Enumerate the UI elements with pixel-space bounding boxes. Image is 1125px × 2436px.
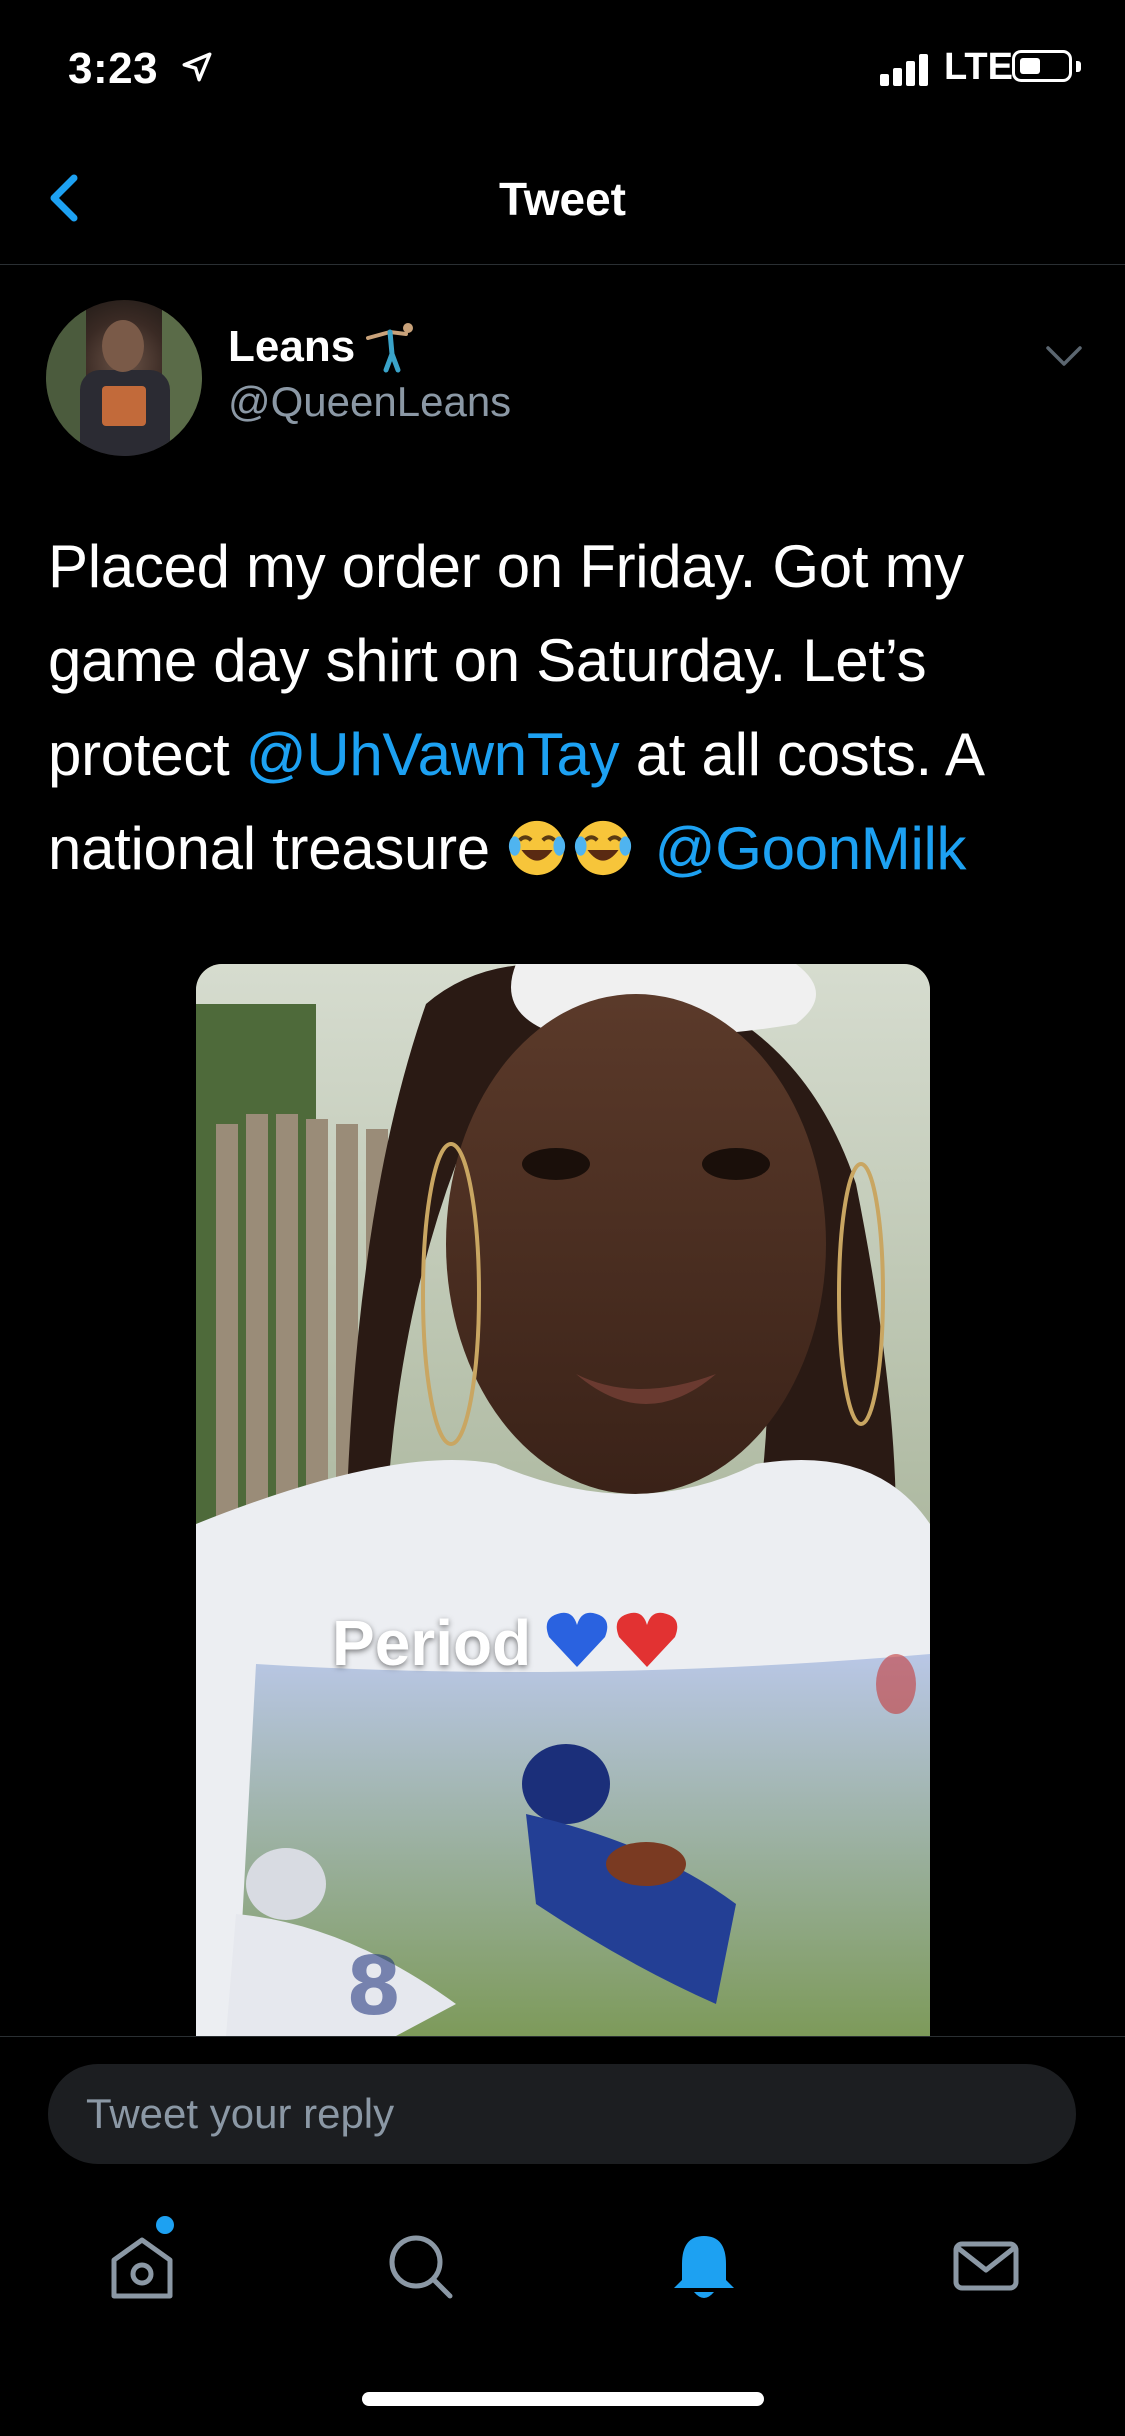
- search-icon[interactable]: [380, 2226, 460, 2306]
- tweet-image[interactable]: 8 Period: [196, 964, 930, 2036]
- reply-input[interactable]: Tweet your reply: [48, 2064, 1076, 2164]
- divider: [0, 2036, 1125, 2037]
- status-bar: 3:23 LTE: [0, 0, 1125, 132]
- home-icon[interactable]: [102, 2226, 182, 2306]
- tab-bar: [0, 2196, 1125, 2326]
- user-handle[interactable]: @QueenLeans: [228, 378, 511, 426]
- status-time: 3:23: [68, 44, 159, 93]
- mention-link[interactable]: @UhVawnTay: [246, 721, 620, 788]
- display-name[interactable]: Leans: [228, 322, 355, 372]
- blue-red-hearts-icon: [546, 1612, 678, 1667]
- chevron-down-icon[interactable]: [1044, 344, 1084, 368]
- new-content-dot: [156, 2216, 174, 2234]
- photo-illustration: 8: [196, 964, 930, 2036]
- home-indicator[interactable]: [362, 2392, 764, 2406]
- signal-strength-icon: [880, 52, 934, 86]
- location-arrow-icon: [182, 52, 212, 82]
- page-title: Tweet: [499, 173, 626, 225]
- avatar[interactable]: [46, 300, 202, 456]
- image-caption: Period: [332, 1606, 683, 1680]
- nav-bar: Tweet: [0, 132, 1125, 265]
- carrier-label: LTE: [944, 46, 1013, 88]
- mention-link[interactable]: @GoonMilk: [655, 815, 967, 882]
- laughing-tears-emoji-icon: [509, 820, 566, 876]
- image-caption-text: Period: [332, 1607, 532, 1679]
- notifications-bell-icon[interactable]: [664, 2226, 744, 2306]
- gymnast-emoji-icon: [366, 323, 413, 373]
- svg-text:8: 8: [346, 1940, 402, 2033]
- messages-envelope-icon[interactable]: [946, 2226, 1026, 2306]
- laughing-tears-emoji-icon: [575, 820, 632, 876]
- tweet-text: Placed my order on Friday. Got my game d…: [48, 520, 1088, 896]
- battery-icon: [1012, 50, 1072, 82]
